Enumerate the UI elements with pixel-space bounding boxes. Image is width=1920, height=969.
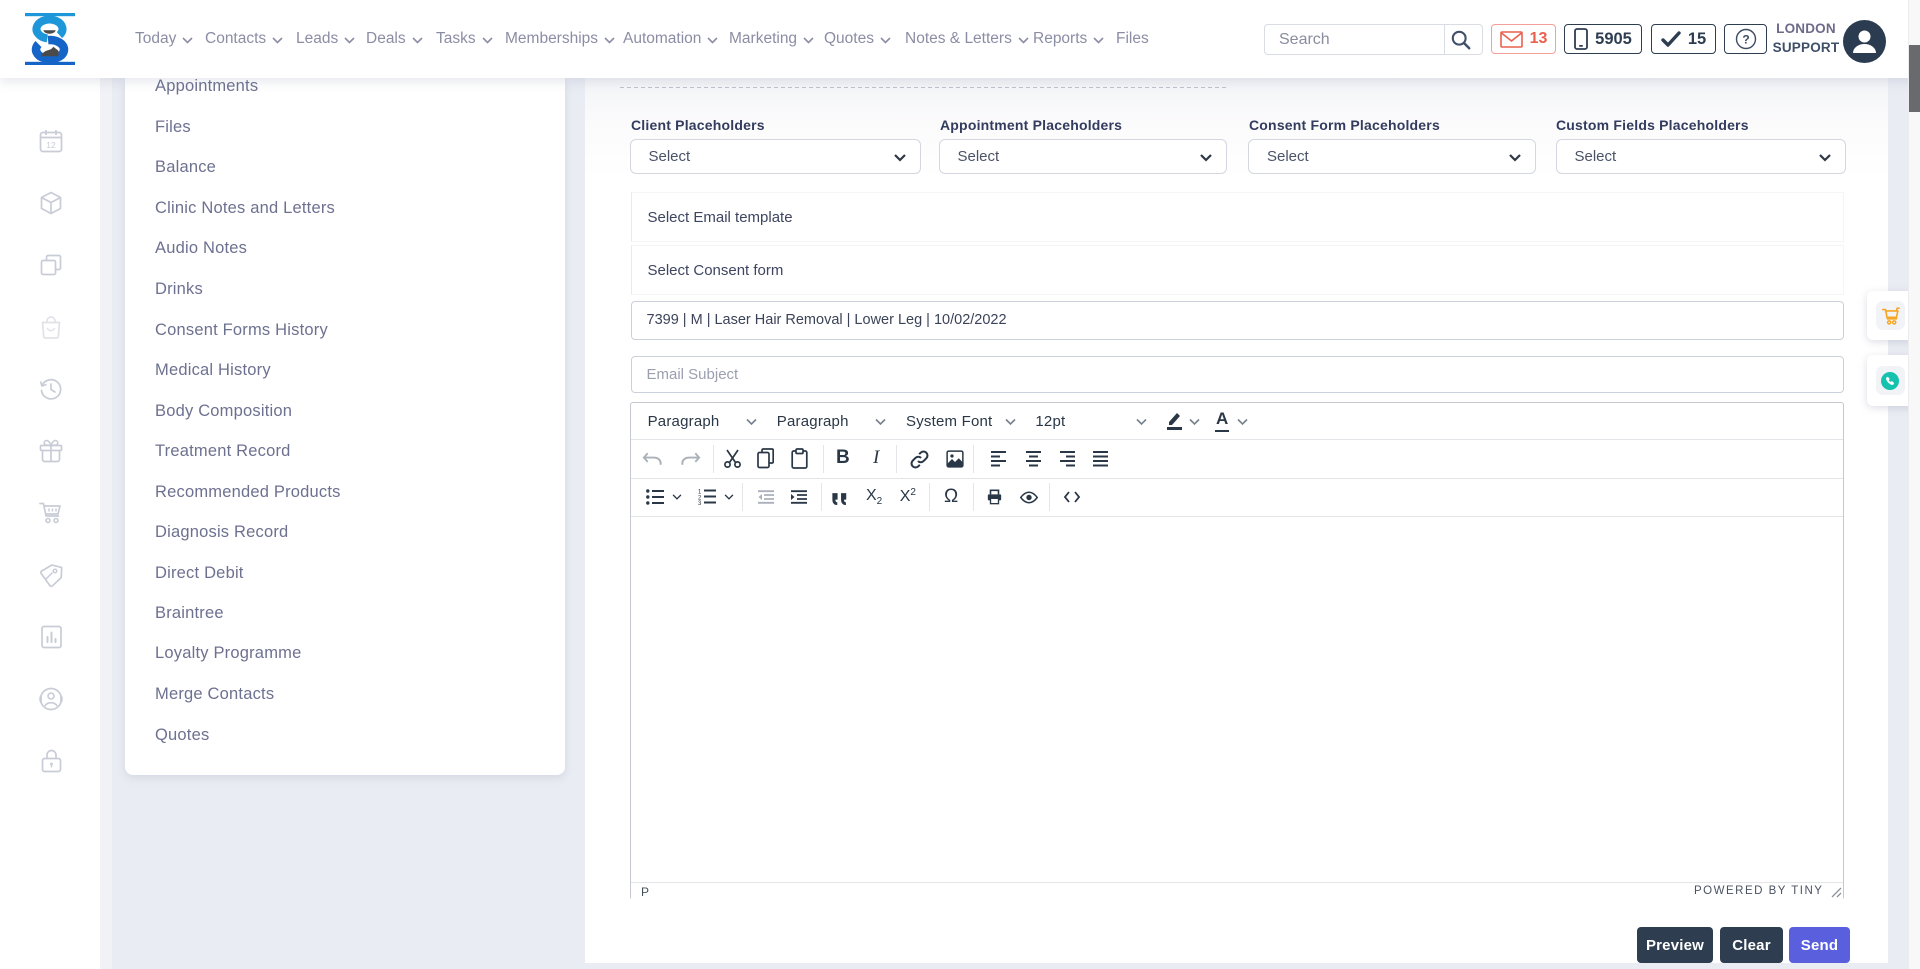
svg-text:12: 12 bbox=[46, 140, 56, 150]
svg-text:3: 3 bbox=[698, 501, 702, 505]
svg-text:?: ? bbox=[1742, 33, 1749, 47]
